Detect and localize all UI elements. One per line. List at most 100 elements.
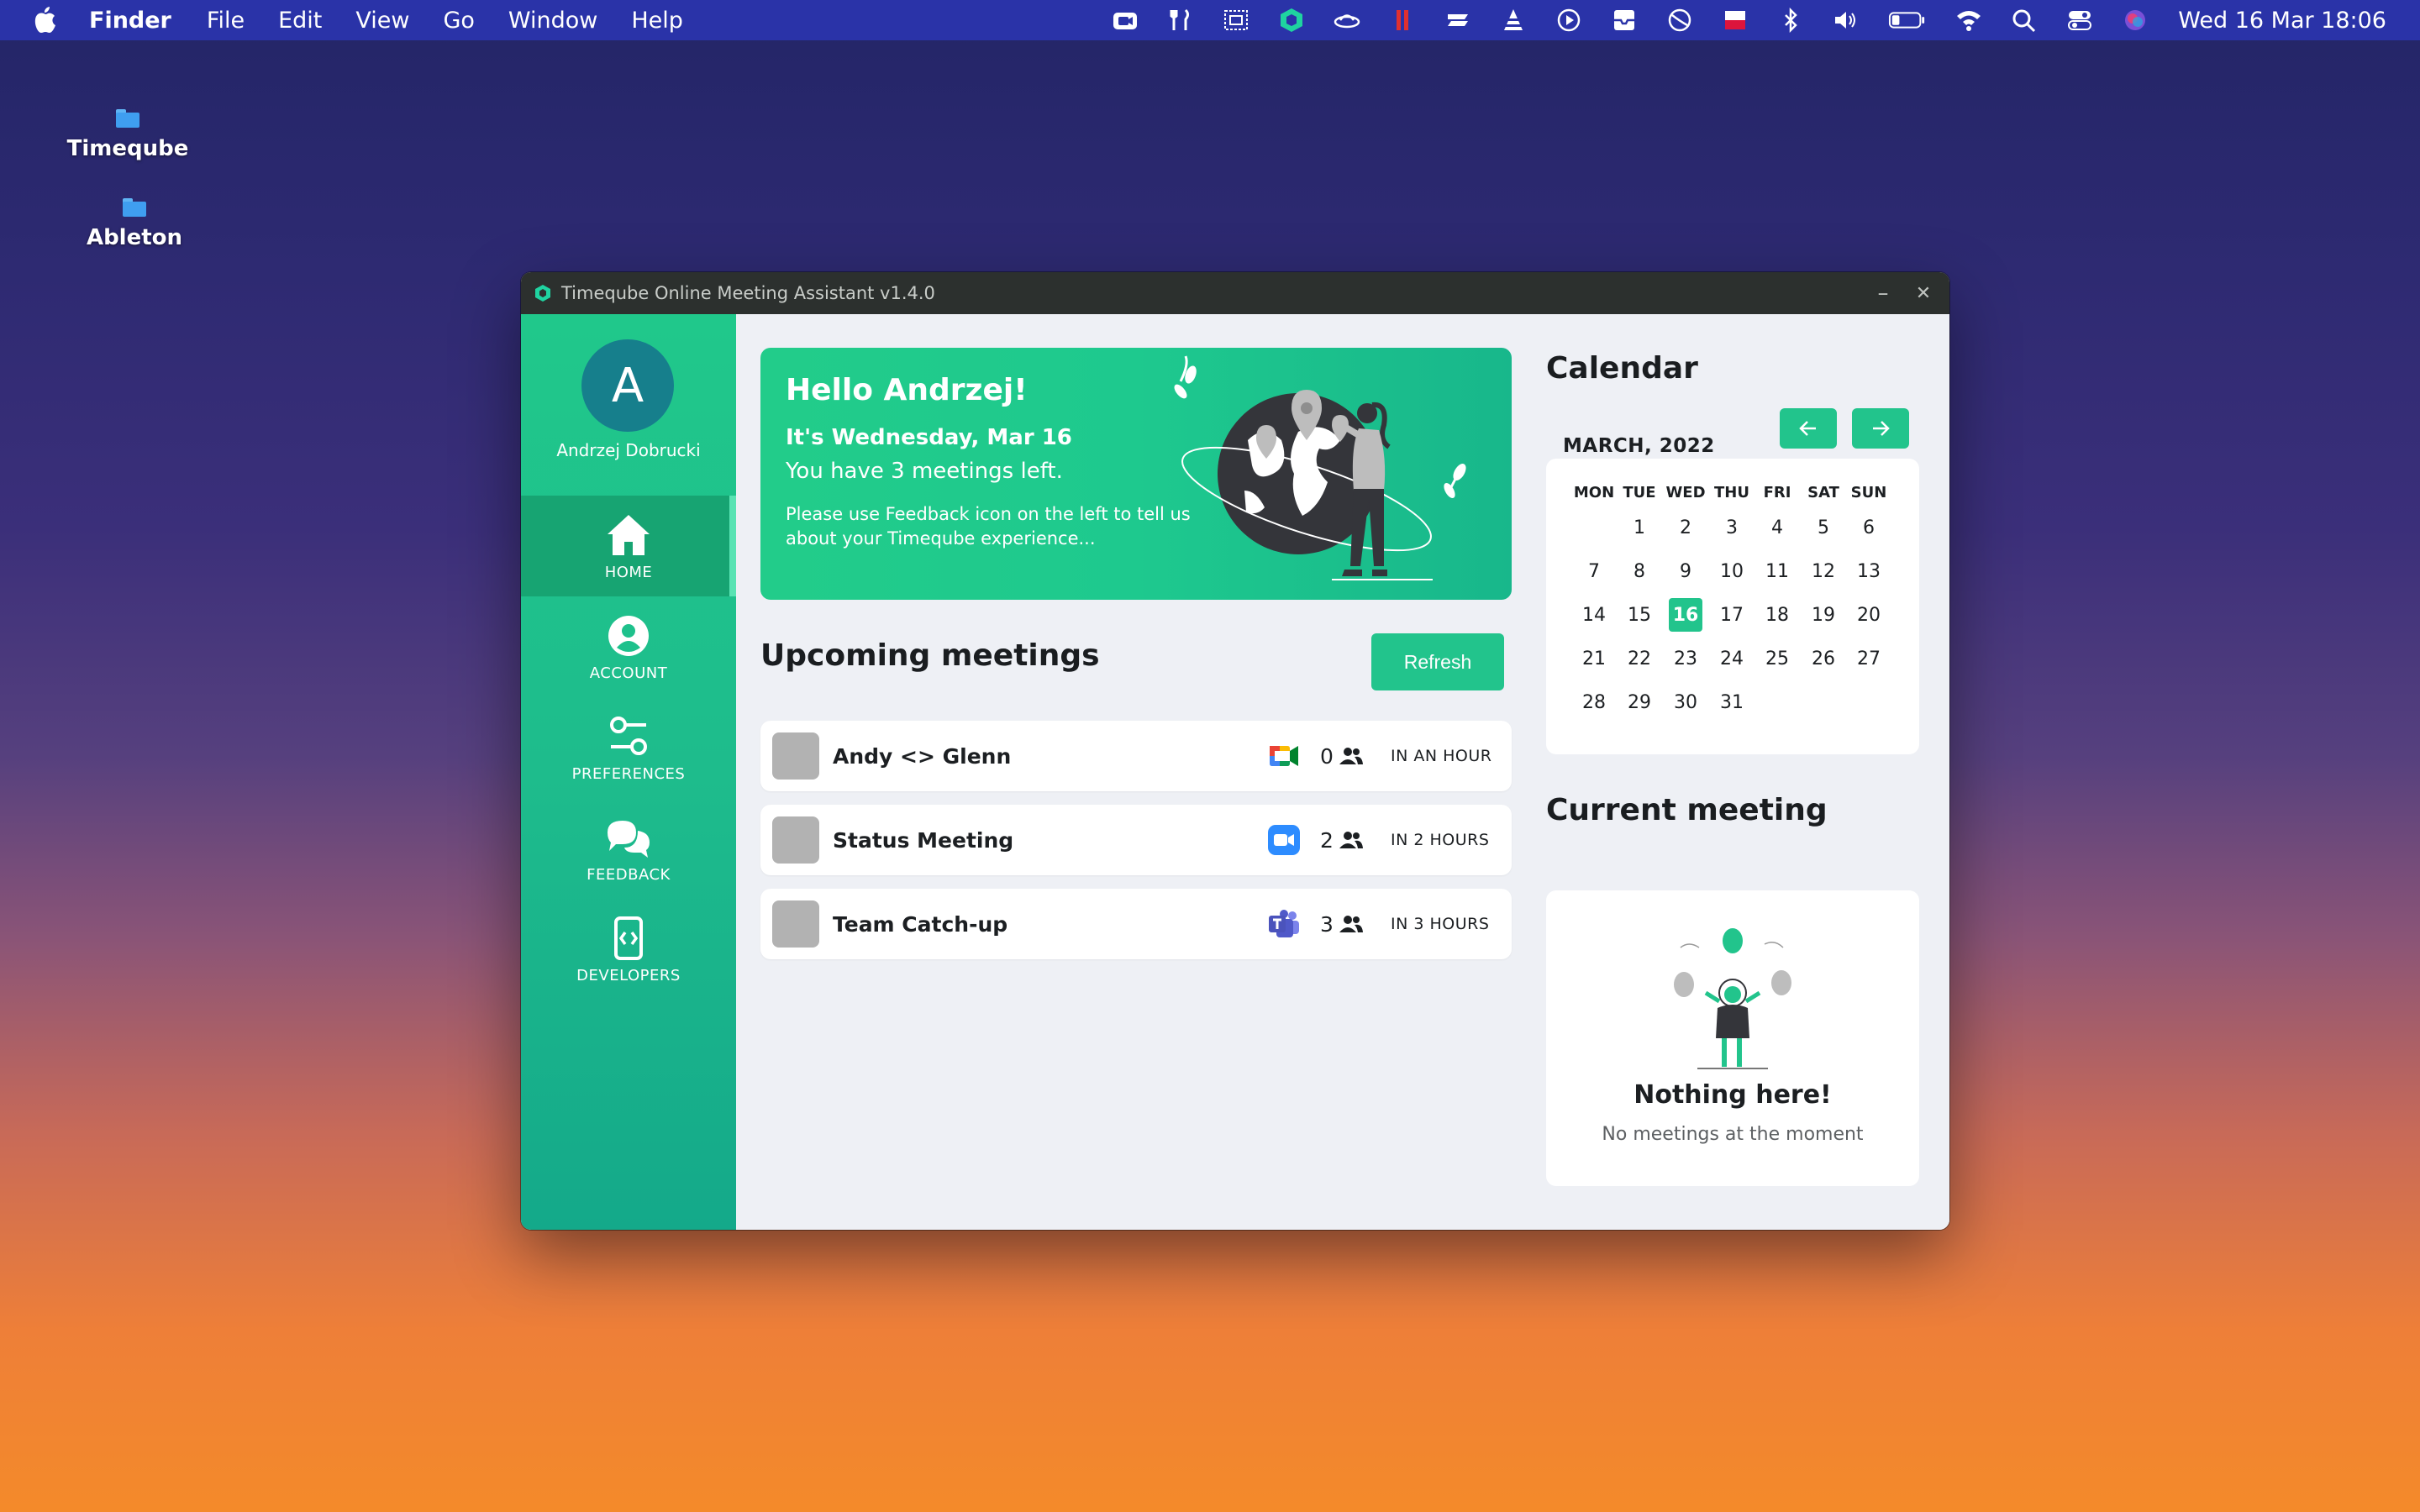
battery-icon[interactable] [1887,8,1928,33]
calendar-day-today[interactable]: 16 [1669,598,1702,632]
menu-file[interactable]: File [207,8,245,34]
siri-icon[interactable] [2121,8,2149,33]
calendar-day[interactable]: 1 [1623,511,1656,544]
calendar-day[interactable]: 27 [1852,642,1886,675]
desktop-folder-ableton[interactable]: Ableton [67,198,202,250]
nav-label: DEVELOPERS [576,966,681,984]
meeting-row[interactable]: Andy <> Glenn 0 IN AN HOUR [760,721,1512,791]
restrict-icon[interactable] [1665,8,1694,33]
calendar-day[interactable]: 4 [1760,511,1794,544]
nav-item-preferences[interactable]: PREFERENCES [521,697,736,798]
calendar-day[interactable]: 7 [1577,554,1611,588]
main-content: Hello Andrzej! It's Wednesday, Mar 16 Yo… [736,314,1949,1230]
calendar-day[interactable]: 20 [1852,598,1886,632]
timeqube-logo-icon [535,285,550,302]
calendar-day[interactable]: 19 [1807,598,1840,632]
calendar-day[interactable]: 26 [1807,642,1840,675]
calendar-day[interactable]: 5 [1807,511,1840,544]
pause-icon[interactable] [1388,8,1417,33]
desktop-folder-label: Timeqube [66,136,189,161]
empty-state-title: Nothing here! [1634,1080,1832,1110]
calendar-day[interactable]: 22 [1623,642,1656,675]
weekday-header: SUN [1850,484,1887,501]
menu-help[interactable]: Help [631,8,683,34]
calendar-grid: MON TUE WED THU FRI SAT SUN 1 2 3 4 5 6 7 8 9 10 1… [1546,459,1919,754]
screen-capture-icon[interactable] [1222,8,1250,33]
calendar-day[interactable]: 21 [1577,642,1611,675]
calendar-title: Calendar [1546,351,1698,386]
calendar-day[interactable]: 17 [1715,598,1749,632]
calendar-day[interactable]: 24 [1715,642,1749,675]
meeting-name: Andy <> Glenn [833,743,1012,769]
meeting-row[interactable]: Status Meeting 2 IN 2 HOURS [760,805,1512,875]
control-center-icon[interactable] [2065,8,2094,33]
weekday-header: THU [1714,484,1749,501]
menu-go[interactable]: Go [443,8,474,34]
stack-icon[interactable] [1444,8,1472,33]
nav-item-feedback[interactable]: FEEDBACK [521,798,736,899]
search-icon[interactable] [2010,8,2039,33]
meeting-row[interactable]: Team Catch-up 3 IN 3 HOURS [760,889,1512,959]
google-meet-icon [1270,746,1298,766]
calendar-day[interactable]: 29 [1623,685,1656,719]
bluetooth-icon[interactable] [1776,8,1805,33]
calendar-day[interactable]: 10 [1715,554,1749,588]
nav-label: PREFERENCES [571,764,686,783]
weekday-header: WED [1665,484,1706,501]
calendar-day[interactable]: 23 [1669,642,1702,675]
upcoming-meetings-title: Upcoming meetings [760,638,1100,673]
zoom-icon [1268,825,1300,855]
calendar-day[interactable]: 30 [1669,685,1702,719]
meeting-name: Team Catch-up [833,911,1008,937]
calendar-day[interactable]: 28 [1577,685,1611,719]
flag-icon[interactable] [1721,8,1749,33]
nav-item-account[interactable]: ACCOUNT [521,596,736,697]
desktop-folder-timeqube[interactable]: Timeqube [60,109,195,161]
calendar-day[interactable]: 15 [1623,598,1656,632]
menu-edit[interactable]: Edit [278,8,322,34]
menu-window[interactable]: Window [508,8,597,34]
calendar-day[interactable]: 12 [1807,554,1840,588]
ufo-icon[interactable] [1333,8,1361,33]
nav-item-home[interactable]: HOME [521,496,736,596]
calendar-day[interactable]: 31 [1715,685,1749,719]
calendar-day[interactable]: 6 [1852,511,1886,544]
nav-item-developers[interactable]: DEVELOPERS [521,899,736,1000]
timeqube-icon[interactable] [1277,8,1306,33]
calendar-day[interactable]: 14 [1577,598,1611,632]
menu-app-name[interactable]: Finder [89,8,171,34]
play-circle-icon[interactable] [1555,8,1583,33]
calendar-day[interactable]: 2 [1669,511,1702,544]
weekday-header: SAT [1807,484,1839,501]
close-button[interactable]: ✕ [1909,279,1938,307]
refresh-button[interactable]: Refresh [1371,633,1504,690]
calendar-day[interactable]: 13 [1852,554,1886,588]
calendar-next-button[interactable] [1852,408,1909,449]
apple-icon[interactable] [34,5,57,34]
calendar-day[interactable]: 9 [1669,554,1702,588]
app-window: Timeqube Online Meeting Assistant v1.4.0… [521,272,1949,1230]
minimize-button[interactable]: – [1869,279,1897,307]
feedback-icon [608,820,650,858]
window-titlebar[interactable]: Timeqube Online Meeting Assistant v1.4.0… [521,272,1949,314]
calendar-day[interactable]: 11 [1760,554,1794,588]
calendar-day[interactable]: 3 [1715,511,1749,544]
zoom-icon[interactable] [1111,8,1139,33]
people-icon [1339,832,1363,848]
inbox-icon[interactable] [1610,8,1639,33]
menubar-clock[interactable]: Wed 16 Mar 18:06 [2178,8,2386,34]
avatar[interactable]: A [581,339,674,432]
tools-icon[interactable] [1166,8,1195,33]
menu-view[interactable]: View [355,8,409,34]
home-icon [608,514,650,555]
calendar-day[interactable]: 18 [1760,598,1794,632]
wifi-icon[interactable] [1954,8,1983,33]
meetings-left: You have 3 meetings left. [786,459,1063,484]
weekday-header: TUE [1623,484,1656,501]
calendar-day[interactable]: 25 [1760,642,1794,675]
volume-icon[interactable] [1832,8,1860,33]
calendar-prev-button[interactable] [1780,408,1837,449]
vlc-icon[interactable] [1499,8,1528,33]
calendar-day[interactable]: 8 [1623,554,1656,588]
current-meeting-card: Nothing here! No meetings at the moment [1546,890,1919,1186]
